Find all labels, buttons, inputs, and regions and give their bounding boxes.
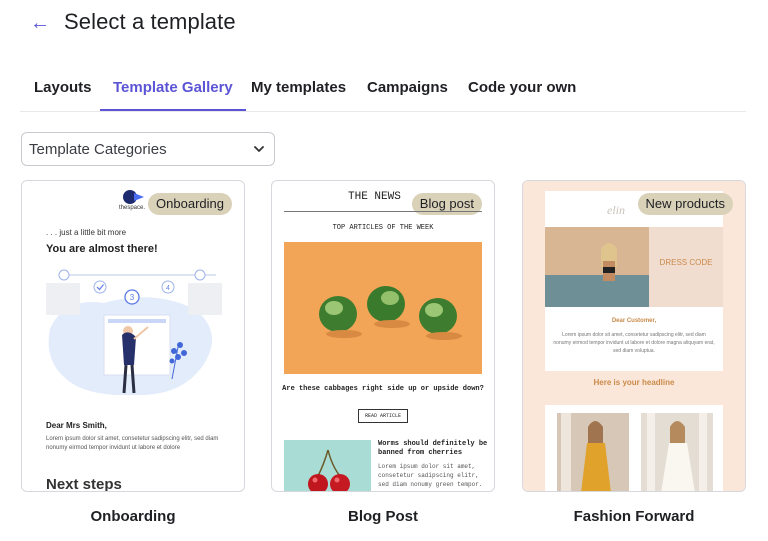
select-value: Template Categories [29,141,167,158]
logo-text: thespace. [119,205,146,211]
body-text: Lorem ipsum dolor sit amet, consetetur s… [46,436,219,451]
page-header: ← Select a template [0,0,768,50]
template-name-onboarding[interactable]: Onboarding [21,508,245,525]
article-body: Lorem ipsum dolor sit amet, consetetur s… [378,463,483,488]
svg-text:3: 3 [130,293,135,302]
read-article-button: READ ARTICLE [358,409,408,423]
headline-text: Here is your headline [593,378,675,387]
article-title: Worms should definitely be banned from c… [378,440,488,457]
chevron-down-icon [254,146,264,152]
subhead-text: TOP ARTICLES OF THE WEEK [332,224,434,232]
hero-image [284,242,482,374]
template-categories-select[interactable]: Template Categories [21,132,275,166]
tab-campaigns[interactable]: Campaigns [367,66,448,111]
tab-bar: Layouts Template Gallery My templates Ca… [20,66,746,112]
divider [284,211,482,212]
svg-text:DRESS CODE: DRESS CODE [660,258,713,267]
headline-band [545,371,723,405]
section-title: Next steps [46,476,122,492]
masthead-text: THE NEWS [348,191,401,203]
tab-my-templates[interactable]: My templates [251,66,346,111]
preview-heading: You are almost there! [46,243,158,255]
body-text: Lorem ipsum dolor sit amet, consetetur s… [553,332,715,354]
page-title: Select a template [64,9,236,34]
onboarding-illustration: 3 4 [46,269,222,396]
category-badge: Onboarding [148,193,232,215]
brand-logo: elin [607,203,625,217]
template-name-fashion-forward[interactable]: Fashion Forward [522,508,746,525]
tab-template-gallery[interactable]: Template Gallery [100,66,246,111]
greeting-text: Dear Mrs Smith, [46,421,107,430]
template-card-blog-post[interactable]: THE NEWS Blog post TOP ARTICLES OF THE W… [271,180,495,492]
intro-text: . . . just a little bit more [46,228,127,237]
greeting-text: Dear Customer, [611,318,657,324]
template-card-onboarding[interactable]: thespace. Onboarding . . . just a little… [21,180,245,492]
svg-text:4: 4 [166,285,170,292]
template-card-fashion-forward[interactable]: elin New products DRESS CODE Dear Custom… [522,180,746,492]
category-badge: New products [637,193,733,215]
image-caption: Are these cabbages right side up or upsi… [282,385,484,393]
hero-image: DRESS CODE [545,227,723,307]
tab-layouts[interactable]: Layouts [34,66,92,111]
arrow-left-icon[interactable]: ← [30,12,50,35]
cherry-image [284,440,371,491]
cabbage-image [284,242,482,374]
product-photos [557,413,713,491]
template-name-blog-post[interactable]: Blog Post [271,508,495,525]
tab-code-your-own[interactable]: Code your own [468,66,576,111]
